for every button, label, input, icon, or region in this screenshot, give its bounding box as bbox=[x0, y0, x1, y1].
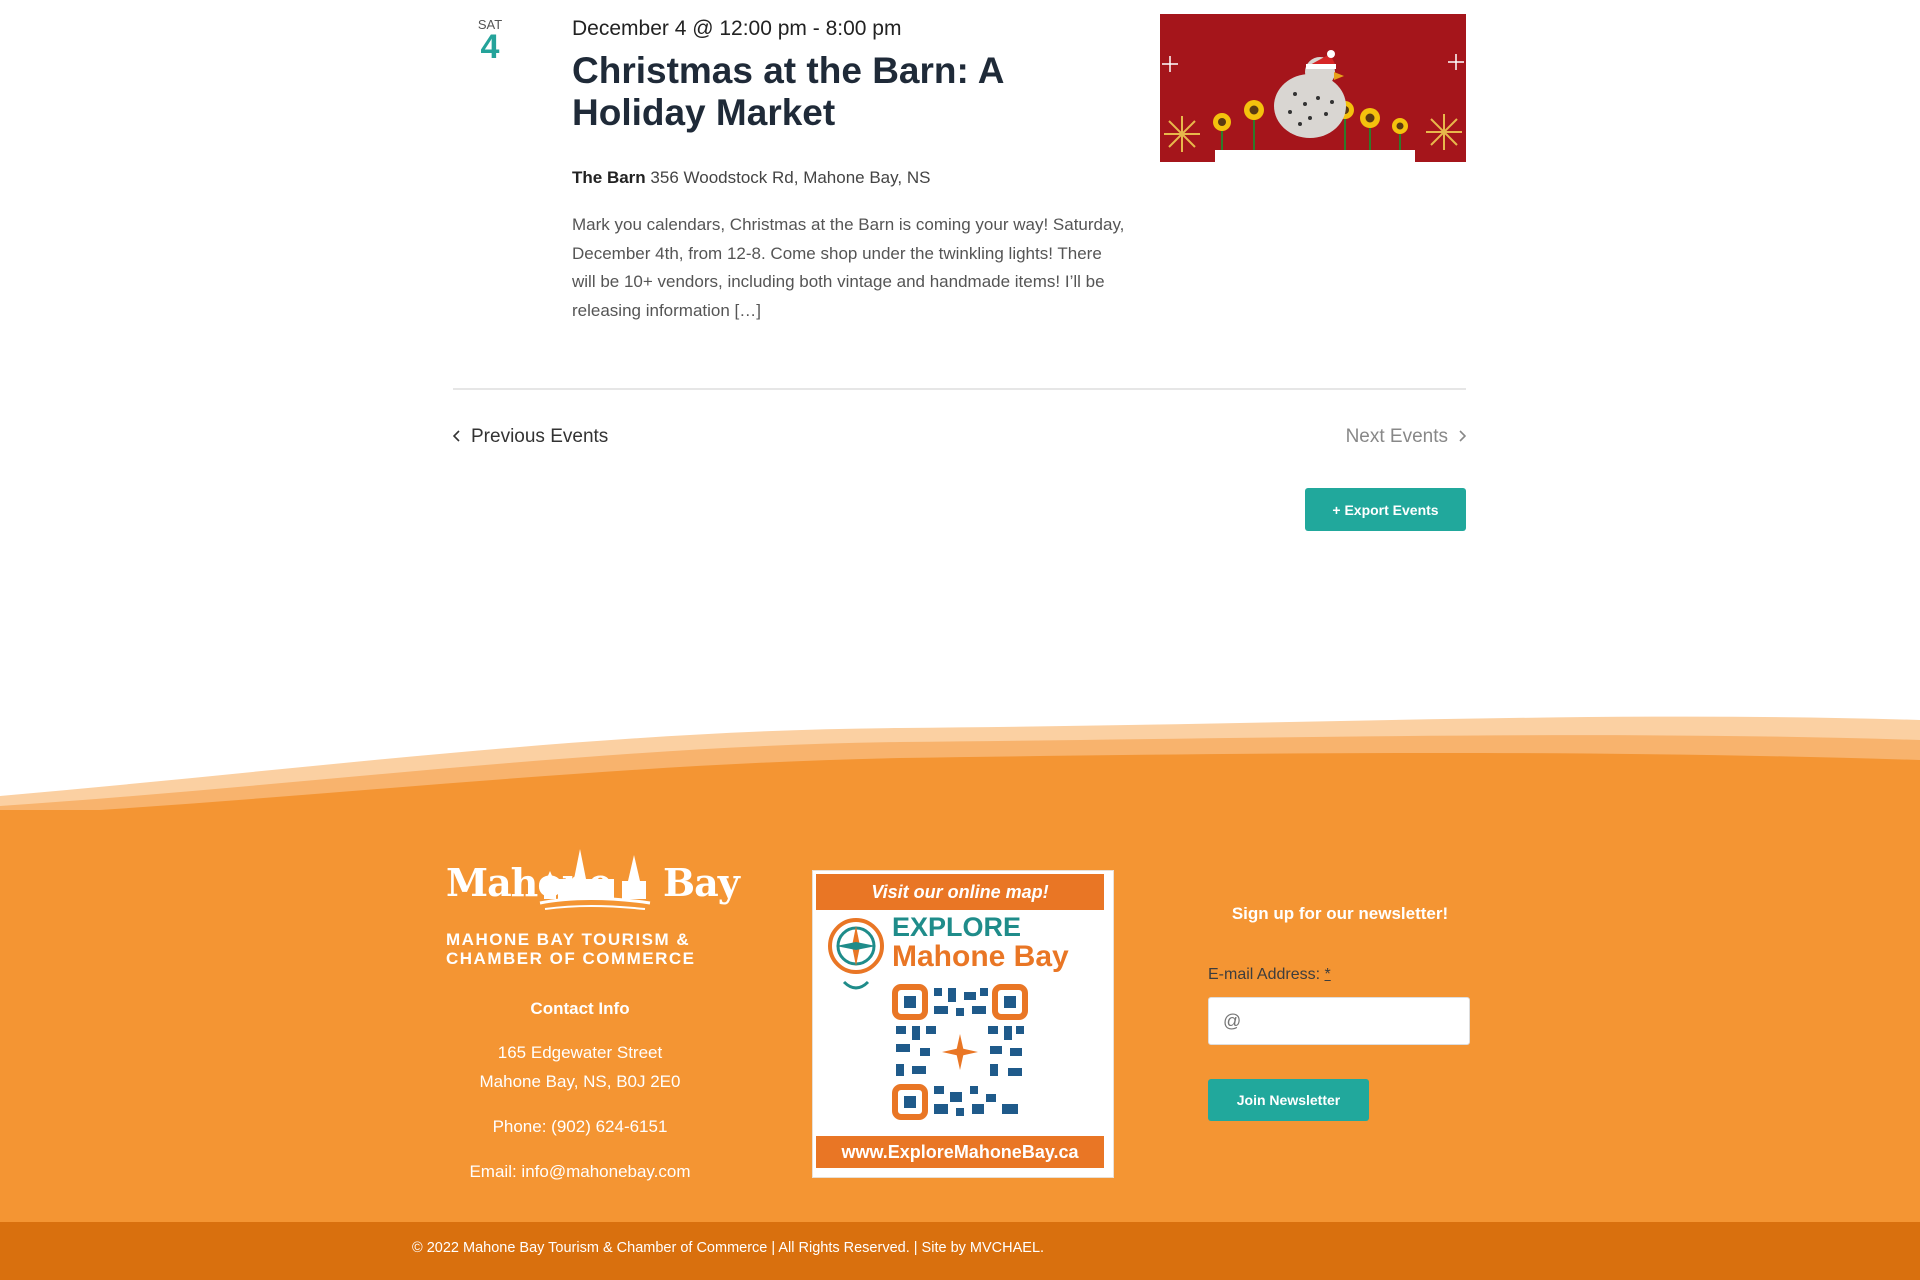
logo-text-right: Bay bbox=[663, 860, 740, 905]
holiday-hen-image bbox=[1160, 14, 1466, 162]
email-label-text: E-mail Address: bbox=[1208, 966, 1321, 983]
export-events-button[interactable]: + Export Events bbox=[1305, 488, 1466, 531]
address-line1: 165 Edgewater Street bbox=[497, 1043, 663, 1062]
event-title[interactable]: Christmas at the Barn: A Holiday Market bbox=[572, 50, 1132, 134]
venue-address: 356 Woodstock Rd, Mahone Bay, NS bbox=[650, 168, 931, 187]
phone-text[interactable]: Phone: (902) 624-6151 bbox=[440, 1117, 720, 1137]
logo-text-left: Mahone bbox=[446, 860, 612, 905]
event-thumbnail[interactable] bbox=[1160, 14, 1466, 162]
qr-place-text: Mahone Bay bbox=[892, 940, 1069, 973]
logo-subtitle: MAHONE BAY TOURISM & CHAMBER OF COMMERCE bbox=[446, 930, 716, 968]
chevron-right-icon bbox=[1458, 426, 1467, 448]
event-datetime: December 4 @ 12:00 pm - 8:00 pm bbox=[572, 17, 902, 40]
event-description: Mark you calendars, Christmas at the Bar… bbox=[572, 215, 1125, 320]
required-marker: * bbox=[1324, 966, 1331, 983]
qr-card-url: www.ExploreMahoneBay.ca bbox=[816, 1136, 1104, 1168]
event-venue: The Barn 356 Woodstock Rd, Mahone Bay, N… bbox=[572, 168, 930, 188]
previous-events-label: Previous Events bbox=[471, 426, 609, 447]
join-newsletter-button[interactable]: Join Newsletter bbox=[1208, 1079, 1369, 1121]
next-events-link[interactable]: Next Events bbox=[1345, 426, 1467, 448]
qr-explore-text: EXPLORE bbox=[892, 912, 1022, 942]
compass-pin-icon bbox=[828, 918, 884, 990]
venue-name: The Barn bbox=[572, 168, 646, 187]
explore-map-card[interactable]: Visit our online map! EXPLORE Mahone Bay bbox=[813, 871, 1113, 1177]
copyright-text: © 2022 Mahone Bay Tourism & Chamber of C… bbox=[412, 1240, 1045, 1256]
event-day-number: 4 bbox=[480, 28, 500, 66]
logo-subtitle-line2: CHAMBER OF COMMERCE bbox=[446, 949, 696, 968]
previous-events-link[interactable]: Previous Events bbox=[452, 426, 609, 448]
qr-card-header: Visit our online map! bbox=[816, 874, 1104, 910]
email-label: E-mail Address: * bbox=[1208, 966, 1331, 984]
chevron-left-icon bbox=[452, 426, 461, 448]
events-divider bbox=[453, 388, 1466, 390]
newsletter-heading: Sign up for our newsletter! bbox=[1231, 904, 1449, 923]
qr-code bbox=[890, 982, 1030, 1122]
address-line2: Mahone Bay, NS, B0J 2E0 bbox=[479, 1072, 681, 1091]
contact-heading: Contact Info bbox=[530, 999, 630, 1018]
logo-subtitle-line1: MAHONE BAY TOURISM & bbox=[446, 930, 691, 949]
email-text[interactable]: Email: info@mahonebay.com bbox=[440, 1162, 720, 1182]
email-field[interactable] bbox=[1208, 997, 1470, 1045]
next-events-label: Next Events bbox=[1345, 426, 1448, 447]
